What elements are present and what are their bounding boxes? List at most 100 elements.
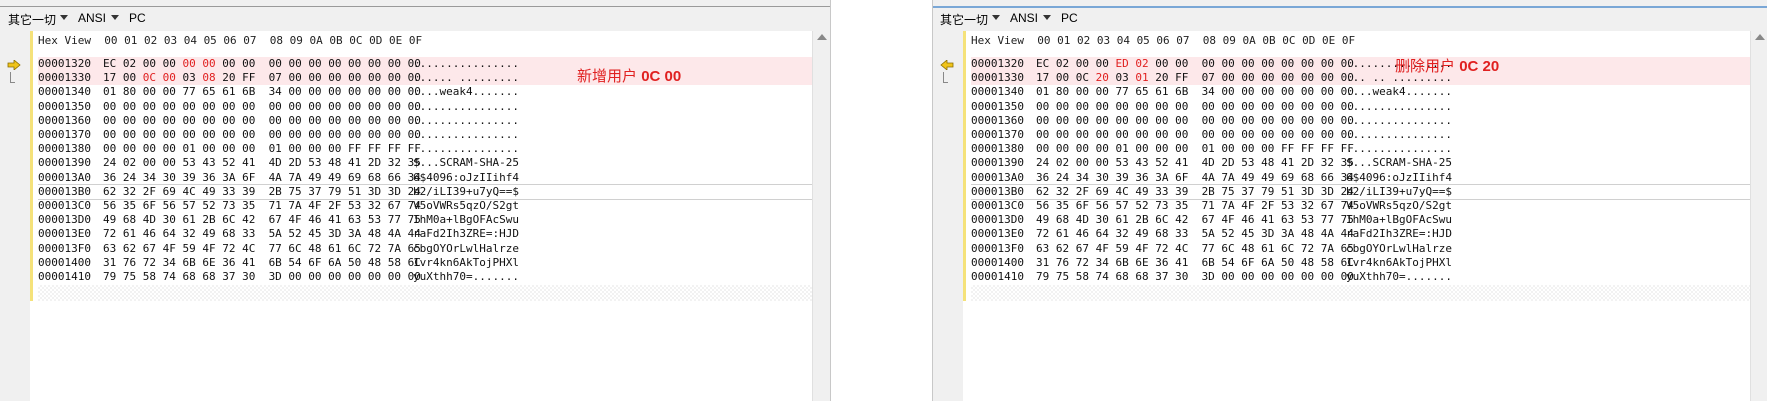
byte-group[interactable]: 00 00 00 00 00 00 00 00 00 00: [216, 57, 421, 70]
row-ascii[interactable]: yuXthh70=.......: [413, 270, 519, 284]
row-ascii[interactable]: ................: [413, 142, 519, 156]
byte-group[interactable]: 62 32 2F 69 4C 49 33 39 2B 75 37 79 51 3…: [103, 185, 421, 198]
changed-byte[interactable]: 0C 00: [143, 71, 176, 84]
codepage-dropdown[interactable]: 其它一切: [8, 11, 56, 28]
row-hex-bytes[interactable]: 00 00 00 00 00 00 00 00 00 00 00 00 00 0…: [1036, 128, 1354, 142]
row-ascii[interactable]: $...SCRAM-SHA-25: [1346, 156, 1452, 170]
byte-group[interactable]: 56 35 6F 56 57 52 73 35 71 7A 4F 2F 53 3…: [103, 199, 421, 212]
row-hex-bytes[interactable]: 00 00 00 00 00 00 00 00 00 00 00 00 00 0…: [103, 114, 421, 128]
row-hex-bytes[interactable]: 01 80 00 00 77 65 61 6B 34 00 00 00 00 0…: [1036, 85, 1354, 99]
row-hex-bytes[interactable]: 79 75 58 74 68 68 37 30 3D 00 00 00 00 0…: [103, 270, 421, 284]
row-ascii[interactable]: raFd2Ih3ZRE=:HJD: [1346, 227, 1452, 241]
row-hex-bytes[interactable]: 72 61 46 64 32 49 68 33 5A 52 45 3D 3A 4…: [1036, 227, 1354, 241]
hex-row[interactable]: 00001330 17 00 0C 20 03 01 20 FF 07 00 00…: [971, 71, 1750, 86]
byte-group[interactable]: 63 62 67 4F 59 4F 72 4C 77 6C 48 61 6C 7…: [1036, 242, 1354, 255]
row-hex-bytes[interactable]: 56 35 6F 56 57 52 73 35 71 7A 4F 2F 53 3…: [103, 199, 421, 213]
byte-group[interactable]: 00 00 00 00 00 00 00 00 00 00 00 00 00 0…: [103, 100, 421, 113]
hex-content[interactable]: Hex View 00 01 02 03 04 05 06 07 08 09 0…: [38, 31, 812, 401]
byte-group[interactable]: 00 00 00 00 00 00 00 00 00 00 00 00 00 0…: [103, 128, 421, 141]
row-hex-bytes[interactable]: 17 00 0C 00 03 08 20 FF 07 00 00 00 00 0…: [103, 71, 421, 85]
byte-group[interactable]: 79 75 58 74 68 68 37 30 3D 00 00 00 00 0…: [1036, 270, 1354, 283]
row-hex-bytes[interactable]: EC 02 00 00 ED 02 00 00 00 00 00 00 00 0…: [1036, 57, 1354, 71]
hex-row[interactable]: 00001320 EC 02 00 00 00 00 00 00 00 00 00…: [38, 57, 812, 71]
chevron-down-icon[interactable]: [1043, 15, 1051, 20]
chevron-down-icon[interactable]: [60, 15, 68, 20]
row-hex-bytes[interactable]: 49 68 4D 30 61 2B 6C 42 67 4F 46 41 63 5…: [1036, 213, 1354, 227]
byte-group[interactable]: 00 00 00 00 01 00 00 00 01 00 00 00 FF F…: [1036, 142, 1354, 155]
byte-group[interactable]: EC 02 00 00: [103, 57, 182, 70]
byte-group[interactable]: EC 02 00 00: [1036, 57, 1115, 70]
byte-group[interactable]: 01 80 00 00 77 65 61 6B 34 00 00 00 00 0…: [1036, 85, 1354, 98]
byte-group[interactable]: 00 00 00 00 00 00 00 00 00 00: [1149, 57, 1354, 70]
row-ascii[interactable]: ................: [413, 128, 519, 142]
byte-group[interactable]: 36 24 34 30 39 36 3A 6F 4A 7A 49 49 69 6…: [1036, 171, 1354, 184]
byte-group[interactable]: 20 FF 07 00 00 00 00 00 00 00: [216, 71, 421, 84]
row-hex-bytes[interactable]: 31 76 72 34 6B 6E 36 41 6B 54 6F 6A 50 4…: [103, 256, 421, 270]
changed-byte[interactable]: 20: [1096, 71, 1109, 84]
row-hex-bytes[interactable]: EC 02 00 00 00 00 00 00 00 00 00 00 00 0…: [103, 57, 421, 71]
row-ascii[interactable]: $...SCRAM-SHA-25: [413, 156, 519, 170]
byte-group[interactable]: 00 00 00 00 00 00 00 00 00 00 00 00 00 0…: [1036, 114, 1354, 127]
row-ascii[interactable]: V5oVWRs5qzO/S2gt: [413, 199, 519, 213]
byte-group[interactable]: 56 35 6F 56 57 52 73 35 71 7A 4F 2F 53 3…: [1036, 199, 1354, 212]
row-hex-bytes[interactable]: 31 76 72 34 6B 6E 36 41 6B 54 6F 6A 50 4…: [1036, 256, 1354, 270]
row-ascii[interactable]: ................: [413, 100, 519, 114]
byte-group[interactable]: 24 02 00 00 53 43 52 41 4D 2D 53 48 41 2…: [103, 156, 421, 169]
row-ascii[interactable]: b2/iLI39+u7yQ==$: [1346, 185, 1452, 199]
row-hex-bytes[interactable]: 00 00 00 00 00 00 00 00 00 00 00 00 00 0…: [1036, 114, 1354, 128]
byte-group[interactable]: 63 62 67 4F 59 4F 72 4C 77 6C 48 61 6C 7…: [103, 242, 421, 255]
row-ascii[interactable]: cbgOYOrLwlHalrze: [1346, 242, 1452, 256]
byte-group[interactable]: 00 00 00 00 00 00 00 00 00 00 00 00 00 0…: [103, 114, 421, 127]
row-ascii[interactable]: cbgOYOrLwlHalrze: [413, 242, 519, 256]
row-hex-bytes[interactable]: 56 35 6F 56 57 52 73 35 71 7A 4F 2F 53 3…: [1036, 199, 1354, 213]
byte-group[interactable]: 31 76 72 34 6B 6E 36 41 6B 54 6F 6A 50 4…: [103, 256, 421, 269]
changed-byte[interactable]: 08: [202, 71, 215, 84]
row-ascii[interactable]: 6$4096:oJzIIihf4: [413, 171, 519, 185]
row-ascii[interactable]: ................: [413, 114, 519, 128]
row-hex-bytes[interactable]: 79 75 58 74 68 68 37 30 3D 00 00 00 00 0…: [1036, 270, 1354, 284]
row-hex-bytes[interactable]: 36 24 34 30 39 36 3A 6F 4A 7A 49 49 69 6…: [1036, 171, 1354, 185]
row-hex-bytes[interactable]: 24 02 00 00 53 43 52 41 4D 2D 53 48 41 2…: [1036, 156, 1354, 170]
byte-group[interactable]: 49 68 4D 30 61 2B 6C 42 67 4F 46 41 63 5…: [103, 213, 421, 226]
changed-byte[interactable]: 01: [1135, 71, 1148, 84]
row-hex-bytes[interactable]: 24 02 00 00 53 43 52 41 4D 2D 53 48 41 2…: [103, 156, 421, 170]
scroll-up-icon[interactable]: [1755, 34, 1765, 40]
row-hex-bytes[interactable]: 63 62 67 4F 59 4F 72 4C 77 6C 48 61 6C 7…: [103, 242, 421, 256]
row-ascii[interactable]: IhM0a+lBgOFAcSwu: [1346, 213, 1452, 227]
hex-row[interactable]: 00001330 17 00 0C 00 03 08 20 FF 07 00 00…: [38, 71, 812, 86]
row-hex-bytes[interactable]: 72 61 46 64 32 49 68 33 5A 52 45 3D 3A 4…: [103, 227, 421, 241]
chevron-down-icon[interactable]: [992, 15, 1000, 20]
row-hex-bytes[interactable]: 36 24 34 30 39 36 3A 6F 4A 7A 49 49 69 6…: [103, 171, 421, 185]
encoding-dropdown[interactable]: ANSI: [78, 11, 106, 25]
row-hex-bytes[interactable]: 62 32 2F 69 4C 49 33 39 2B 75 37 79 51 3…: [103, 185, 421, 199]
byte-group[interactable]: 03: [1109, 71, 1136, 84]
row-hex-bytes[interactable]: 63 62 67 4F 59 4F 72 4C 77 6C 48 61 6C 7…: [1036, 242, 1354, 256]
vertical-scrollbar[interactable]: [812, 31, 830, 401]
row-ascii[interactable]: yuXthh70=.......: [1346, 270, 1452, 284]
row-hex-bytes[interactable]: 00 00 00 00 01 00 00 00 01 00 00 00 FF F…: [103, 142, 421, 156]
row-ascii[interactable]: b2/iLI39+u7yQ==$: [413, 185, 519, 199]
byte-group[interactable]: 00 00 00 00 01 00 00 00 01 00 00 00 FF F…: [103, 142, 421, 155]
row-hex-bytes[interactable]: 17 00 0C 20 03 01 20 FF 07 00 00 00 00 0…: [1036, 71, 1354, 85]
row-ascii[interactable]: ...... .........: [413, 71, 519, 85]
row-ascii[interactable]: raFd2Ih3ZRE=:HJD: [413, 227, 519, 241]
byte-group[interactable]: 36 24 34 30 39 36 3A 6F 4A 7A 49 49 69 6…: [103, 171, 421, 184]
hex-row[interactable]: 00001320 EC 02 00 00 ED 02 00 00 00 00 00…: [971, 57, 1750, 71]
hex-view[interactable]: Hex View 00 01 02 03 04 05 06 07 08 09 0…: [0, 31, 830, 401]
byte-group[interactable]: 72 61 46 64 32 49 68 33 5A 52 45 3D 3A 4…: [103, 227, 421, 240]
chevron-down-icon[interactable]: [111, 15, 119, 20]
row-hex-bytes[interactable]: 01 80 00 00 77 65 61 6B 34 00 00 00 00 0…: [103, 85, 421, 99]
byte-group[interactable]: 62 32 2F 69 4C 49 33 39 2B 75 37 79 51 3…: [1036, 185, 1354, 198]
changed-byte[interactable]: ED 02: [1115, 57, 1148, 70]
row-ascii[interactable]: ................: [1346, 142, 1452, 156]
row-hex-bytes[interactable]: 62 32 2F 69 4C 49 33 39 2B 75 37 79 51 3…: [1036, 185, 1354, 199]
row-hex-bytes[interactable]: 49 68 4D 30 61 2B 6C 42 67 4F 46 41 63 5…: [103, 213, 421, 227]
byte-group[interactable]: 20 FF 07 00 00 00 00 00 00 00: [1149, 71, 1354, 84]
byte-group[interactable]: 72 61 46 64 32 49 68 33 5A 52 45 3D 3A 4…: [1036, 227, 1354, 240]
platform-label[interactable]: PC: [129, 11, 146, 25]
row-hex-bytes[interactable]: 00 00 00 00 00 00 00 00 00 00 00 00 00 0…: [1036, 100, 1354, 114]
row-ascii[interactable]: ....weak4.......: [1346, 85, 1452, 99]
row-ascii[interactable]: 1vr4kn6AkTojPHXl: [413, 256, 519, 270]
codepage-dropdown[interactable]: 其它一切: [940, 11, 988, 28]
row-ascii[interactable]: ................: [1346, 100, 1452, 114]
